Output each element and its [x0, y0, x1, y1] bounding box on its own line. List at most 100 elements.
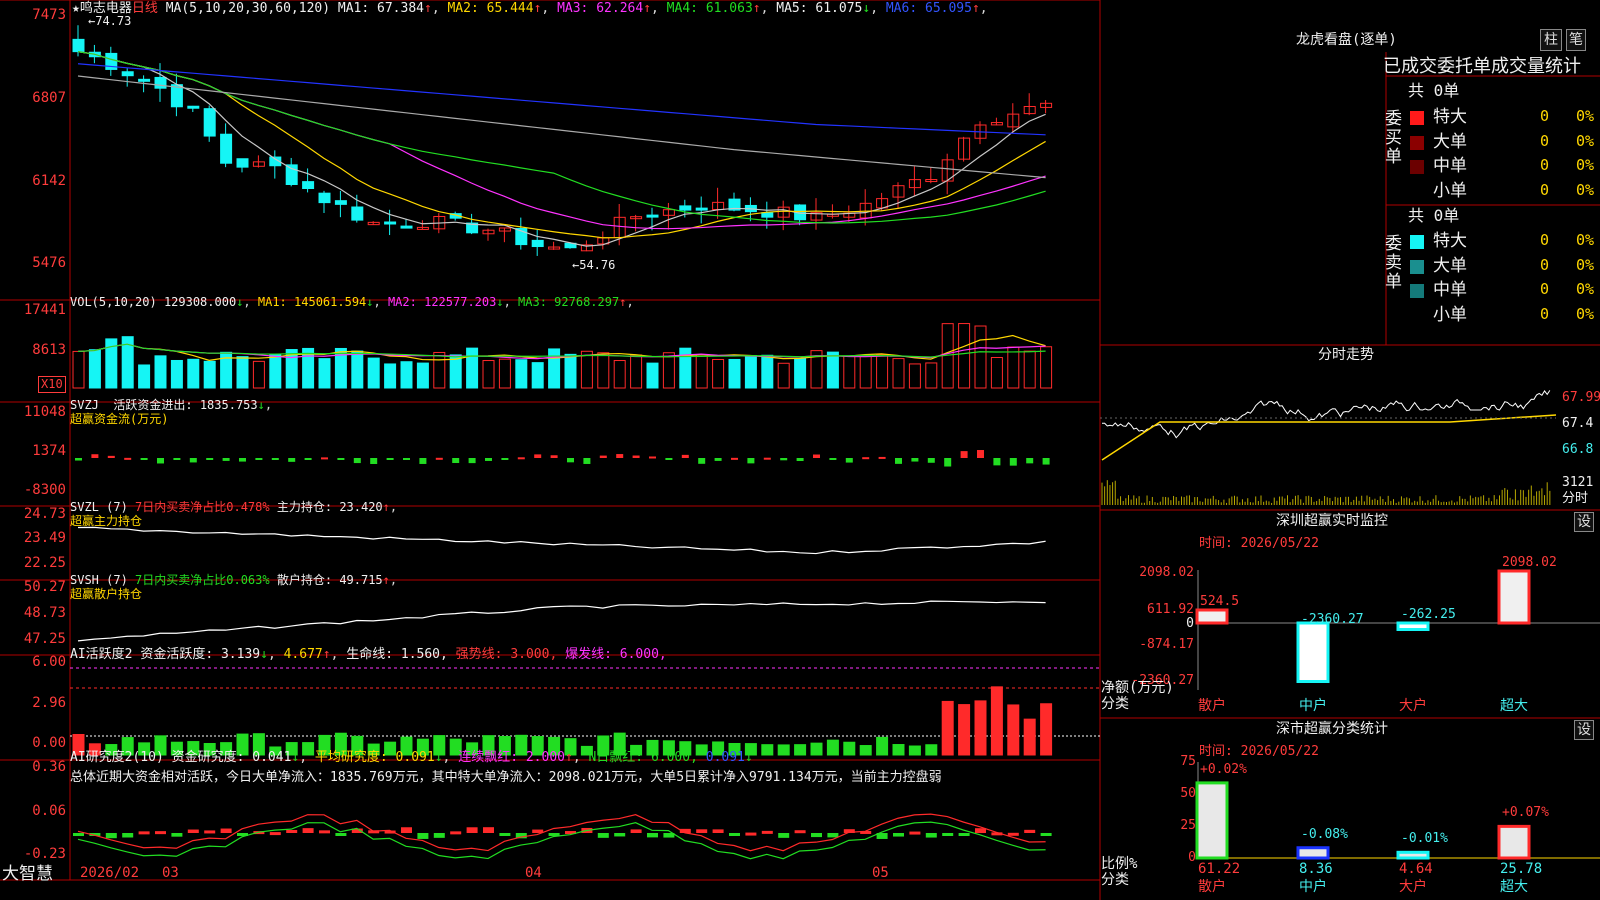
- kline-header: ★鸣志电器日线 MA(5,10,20,30,60,120) MA1: 67.38…: [72, 1, 988, 16]
- volume-bar: [269, 353, 282, 389]
- stats-row-percent: 0%: [1576, 156, 1595, 174]
- stats-row-value: 0: [1540, 107, 1550, 125]
- monitor-settings-button[interactable]: 设: [1574, 512, 1594, 532]
- dragon-title: 龙虎看盘(逐单): [1296, 32, 1397, 48]
- classify-category: 散户: [1198, 879, 1226, 895]
- stats-row-percent: 0%: [1576, 180, 1595, 199]
- stats-row-value: 0: [1540, 304, 1550, 323]
- flow-bar: [107, 455, 115, 458]
- candle-body: [646, 214, 659, 218]
- active-bar: [761, 744, 774, 756]
- stats-row-value: 0: [1540, 231, 1550, 249]
- research-bar: [614, 833, 626, 837]
- flow-bar: [353, 458, 361, 464]
- active-bar: [1040, 703, 1053, 756]
- research-bar: [319, 830, 330, 834]
- volume-bar: [187, 358, 200, 389]
- y-label: 24.73: [23, 506, 66, 522]
- volume-bar: [367, 357, 380, 389]
- research-bar: [433, 833, 445, 838]
- classify-time: 时间: 2026/05/22: [1199, 744, 1319, 759]
- monitor-bar: [1195, 608, 1229, 625]
- flow-bar: [304, 458, 312, 460]
- ma-item: MA5: 61.075↓,: [776, 1, 886, 16]
- volume-bar: [1023, 350, 1036, 389]
- tick-mode-button[interactable]: 笔: [1566, 29, 1586, 51]
- candle-body: [318, 192, 331, 204]
- x-label: 04: [525, 865, 542, 881]
- research-bar: [450, 831, 462, 835]
- flow-bar: [91, 454, 99, 458]
- candle-body: [187, 105, 200, 109]
- y-label: 6.00: [32, 654, 66, 670]
- monitor-category: 中户: [1299, 698, 1327, 714]
- flow-bar: [337, 458, 345, 460]
- research-bar: [958, 833, 970, 836]
- svzl-sub: 超赢主力持仓: [70, 514, 143, 528]
- stats-swatch: [1410, 235, 1424, 249]
- volume-bar: [794, 357, 807, 389]
- candle-body: [154, 76, 167, 89]
- research-bar: [483, 827, 494, 833]
- active-bar: [941, 700, 954, 756]
- vol-unit[interactable]: X10: [38, 376, 66, 393]
- volume-bar: [646, 362, 659, 389]
- volume-bar: [613, 360, 626, 389]
- volume-bar: [990, 357, 1003, 389]
- bar-mode-button[interactable]: 柱: [1540, 29, 1562, 51]
- y-label: 47.25: [23, 631, 66, 647]
- candle-body: [531, 239, 544, 248]
- flow-bar: [124, 457, 132, 460]
- research-bar: [499, 833, 511, 836]
- vol-header: VOL(5,10,20) 129308.000↓, MA1: 145061.59…: [70, 295, 634, 309]
- low-note: ←54.76: [572, 258, 616, 272]
- flow-bar: [796, 458, 804, 462]
- stats-row-percent: 0%: [1576, 255, 1595, 274]
- flow-bar: [829, 458, 837, 460]
- y-label: -0.23: [23, 846, 66, 862]
- intraday-y-label: 67.4: [1562, 416, 1594, 431]
- y-label: 23.49: [23, 530, 66, 546]
- ma-item: MA1: 67.384↑,: [337, 1, 448, 16]
- research-bar: [893, 833, 904, 837]
- stats-swatch: [1410, 111, 1424, 125]
- main-holding-line: [77, 526, 1046, 555]
- intraday-vol-label: 3121: [1562, 475, 1594, 490]
- monitor-category: 大户: [1399, 698, 1427, 714]
- main-chart-canvas[interactable]: [0, 0, 1600, 900]
- flow-bar: [927, 458, 935, 463]
- volume-bar: [744, 354, 757, 389]
- classify-category: 大户: [1399, 879, 1427, 895]
- buy-side-label: 委买单: [1385, 109, 1402, 167]
- classify-category: 超大: [1500, 879, 1528, 895]
- research-bar: [647, 833, 658, 838]
- candle-body: [384, 221, 397, 225]
- sell-side-label: 委卖单: [1385, 234, 1402, 292]
- intraday-y-label: 66.8: [1562, 442, 1594, 457]
- candle-body: [236, 158, 249, 168]
- ma6-line: [77, 63, 1046, 136]
- active-bar: [810, 742, 823, 756]
- stats-row-value: 0: [1540, 180, 1550, 199]
- y-label: 6142: [32, 173, 66, 189]
- monitor-bar-value: -262.25: [1401, 607, 1456, 622]
- research-bar: [1024, 829, 1036, 833]
- volume-bar: [843, 355, 856, 389]
- stats-row-percent: 0%: [1576, 231, 1595, 249]
- research-bar: [122, 833, 134, 838]
- research-bar: [975, 828, 986, 833]
- volume-bar: [416, 362, 429, 389]
- y-label: 5476: [32, 255, 66, 271]
- stats-row-value: 0: [1540, 280, 1550, 298]
- classify-settings-button[interactable]: 设: [1574, 720, 1594, 740]
- flow-bar: [977, 450, 984, 458]
- active-bar: [990, 686, 1003, 756]
- classify-change: -0.01%: [1401, 831, 1448, 847]
- volume-bar: [777, 362, 790, 389]
- y-label: 7473: [32, 7, 66, 23]
- research-bar: [745, 832, 757, 836]
- stats-row-label: 中单: [1433, 280, 1467, 300]
- stats-row-percent: 0%: [1576, 280, 1595, 298]
- candle-body: [400, 225, 413, 229]
- research-bar: [204, 830, 216, 834]
